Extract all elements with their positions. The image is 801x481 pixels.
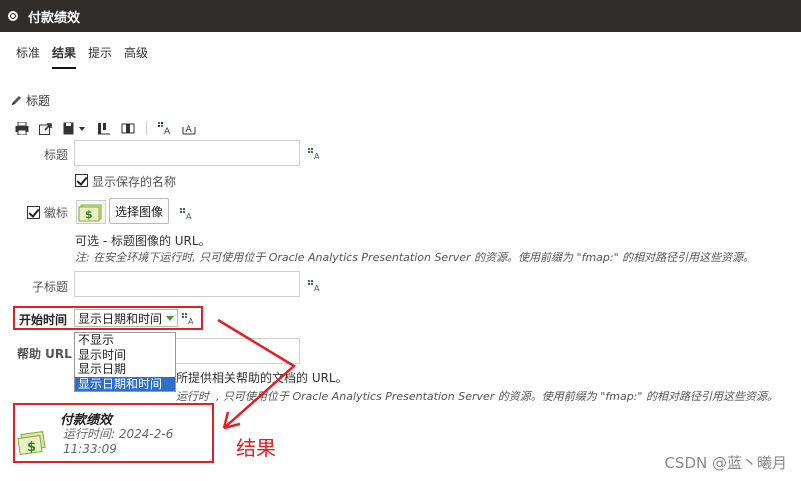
watermark: CSDN @蓝丶曦月 [664, 454, 787, 472]
format-picker-icon[interactable]: A [308, 148, 322, 160]
svg-text:A: A [186, 125, 193, 135]
title-input[interactable] [74, 140, 300, 166]
logo-thumbnail: $ [76, 200, 106, 224]
logo-hint: 可选 - 标题图像的 URL。 [75, 234, 211, 248]
layout-icon[interactable] [120, 120, 136, 136]
annotation-label: 结果 [236, 436, 276, 460]
format-text-icon[interactable]: A [157, 120, 173, 136]
save-dropdown-icon[interactable] [62, 120, 88, 136]
tab-criteria[interactable]: 标准 [16, 44, 40, 69]
tab-advanced[interactable]: 高级 [124, 44, 148, 69]
subtitle-label: 子标题 [31, 280, 68, 294]
start-time-dropdown: 不显示 显示时间 显示日期 显示日期和时间 [74, 332, 176, 392]
section-title: 标题 [26, 94, 51, 108]
logo-note: 注: 在安全环境下运行时, 只可使用位于 Oracle Analytics Pr… [75, 251, 755, 264]
pencil-icon [12, 96, 21, 105]
title-bar: 付款绩效 [0, 0, 801, 32]
format-picker-icon[interactable]: A [182, 313, 196, 325]
format-picker-icon[interactable]: A [180, 208, 194, 220]
help-url-label: 帮助 URL [17, 347, 72, 361]
start-time-select[interactable]: 显示日期和时间 [74, 309, 178, 327]
insert-text-icon[interactable]: A [181, 120, 197, 136]
help-url-note: , 只可使用位于 Oracle Analytics Presentation S… [216, 390, 778, 403]
circle-icon [8, 11, 18, 21]
start-time-value: 显示日期和时间 [78, 311, 163, 326]
money-icon: $ [17, 430, 46, 456]
svg-text:A: A [314, 152, 320, 160]
option-show-date-time[interactable]: 显示日期和时间 [75, 376, 175, 391]
logo-label: 徽标 [44, 206, 69, 220]
toolbar: A A [14, 120, 197, 136]
export-icon[interactable] [38, 120, 54, 136]
svg-text:$: $ [85, 208, 93, 221]
show-saved-name-checkbox[interactable] [75, 174, 88, 187]
logo-checkbox[interactable] [27, 206, 40, 219]
subtitle-input[interactable] [74, 271, 300, 297]
toolbar-separator [146, 121, 147, 135]
preview-run-clock: 11:33:09 [63, 442, 117, 456]
tab-results[interactable]: 结果 [52, 44, 77, 69]
option-show-date[interactable]: 显示日期 [75, 362, 175, 377]
title-label: 标题 [43, 148, 68, 162]
tab-prompts[interactable]: 提示 [88, 44, 112, 69]
svg-text:$: $ [27, 440, 36, 455]
preview-title: 付款绩效 [60, 413, 113, 428]
option-hide[interactable]: 不显示 [75, 333, 175, 348]
preview-run-time: 运行时间: 2024-2-6 [63, 427, 174, 441]
section-header: 标题 [10, 92, 50, 109]
svg-text:A: A [164, 127, 171, 135]
print-icon[interactable] [14, 120, 30, 136]
annotation-arrow [217, 318, 297, 430]
select-image-button[interactable]: 选择图像 [109, 198, 170, 224]
svg-text:A: A [314, 284, 320, 292]
columns-icon[interactable] [96, 120, 112, 136]
svg-text:A: A [188, 317, 194, 325]
format-picker-icon[interactable]: A [308, 280, 322, 292]
option-show-time[interactable]: 显示时间 [75, 348, 175, 363]
window-title: 付款绩效 [28, 10, 81, 26]
money-icon: $ [78, 204, 102, 222]
start-time-label: 开始时间 [19, 313, 68, 327]
tab-bar: 标准 结果 提示 高级 [16, 44, 148, 69]
chevron-down-icon [166, 315, 174, 321]
svg-text:A: A [186, 212, 192, 220]
show-saved-name-label: 显示保存的名称 [92, 175, 177, 189]
